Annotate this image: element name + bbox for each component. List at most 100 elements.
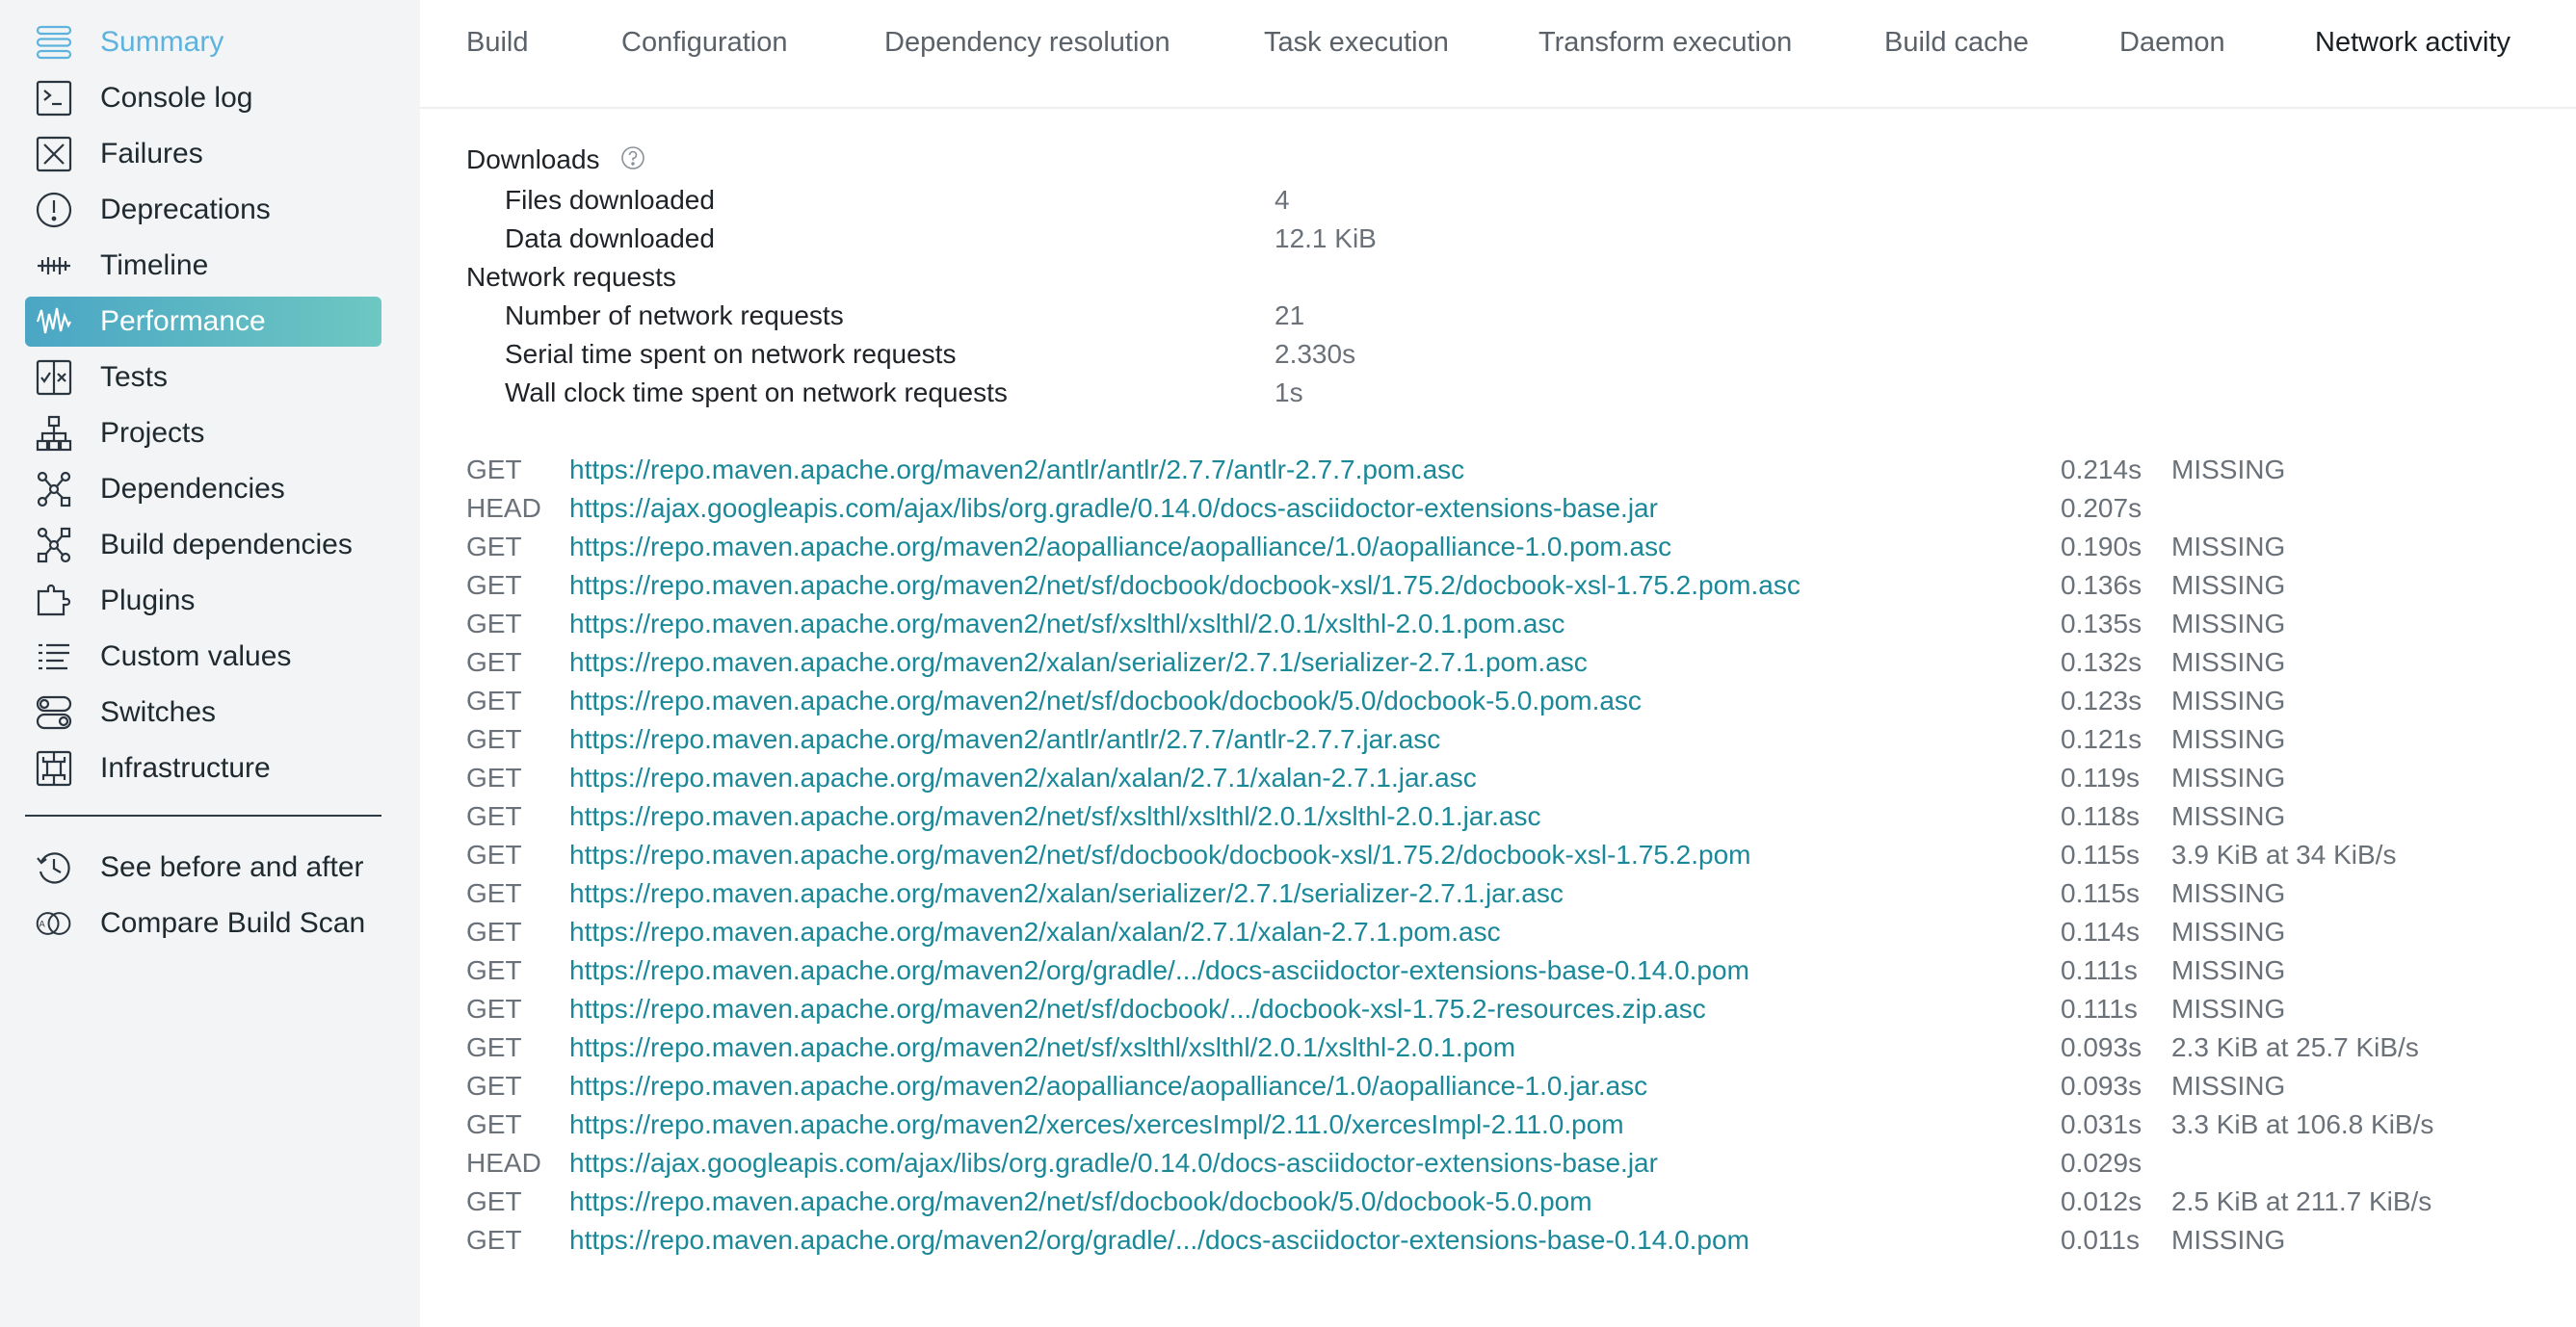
request-url-link[interactable]: https://repo.maven.apache.org/maven2/net…: [569, 1186, 1592, 1217]
request-method: GET: [466, 532, 522, 561]
tab-configuration[interactable]: Configuration: [621, 27, 788, 59]
sidebar-item-projects[interactable]: Projects: [25, 408, 381, 458]
request-url-link[interactable]: https://repo.maven.apache.org/maven2/aop…: [569, 1071, 1647, 1102]
request-duration: 0.123s: [2061, 686, 2142, 716]
tab-dependency-resolution[interactable]: Dependency resolution: [884, 27, 1170, 59]
data-downloaded-label: Data downloaded: [505, 223, 715, 253]
puzzle-icon: [33, 580, 75, 622]
request-url-link[interactable]: https://repo.maven.apache.org/maven2/xal…: [569, 878, 1564, 909]
request-url-link[interactable]: https://ajax.googleapis.com/ajax/libs/or…: [569, 493, 1658, 524]
request-url-link[interactable]: https://repo.maven.apache.org/maven2/net…: [569, 994, 1706, 1025]
sidebar-item-infrastructure[interactable]: Infrastructure: [25, 743, 381, 794]
help-icon[interactable]: [620, 145, 645, 177]
sidebar-item-label: Custom values: [100, 640, 292, 672]
request-result: MISSING: [2171, 917, 2286, 947]
sidebar-item-label: Performance: [100, 305, 266, 337]
request-result: MISSING: [2171, 1071, 2286, 1101]
request-duration: 0.135s: [2061, 609, 2142, 638]
request-result: MISSING: [2171, 994, 2286, 1024]
request-result: MISSING: [2171, 955, 2286, 985]
sidebar-item-console-log[interactable]: Console log: [25, 73, 381, 123]
sidebar-item-failures[interactable]: Failures: [25, 129, 381, 179]
table-row: HEAD https://ajax.googleapis.com/ajax/lib…: [466, 493, 2537, 532]
request-duration: 0.214s: [2061, 455, 2142, 484]
request-url-link[interactable]: https://repo.maven.apache.org/maven2/net…: [569, 840, 1751, 871]
request-url-link[interactable]: https://repo.maven.apache.org/maven2/net…: [569, 801, 1541, 832]
request-url-link[interactable]: https://repo.maven.apache.org/maven2/net…: [569, 1032, 1515, 1063]
request-result: MISSING: [2171, 570, 2286, 600]
table-row: GET https://repo.maven.apache.org/maven2/…: [466, 1186, 2537, 1225]
request-method: GET: [466, 724, 522, 754]
num-requests-label: Number of network requests: [505, 300, 844, 330]
request-result: 3.9 KiB at 34 KiB/s: [2171, 840, 2397, 870]
sidebar-item-label: Failures: [100, 138, 203, 169]
request-url-link[interactable]: https://repo.maven.apache.org/maven2/xal…: [569, 647, 1588, 678]
table-row: GET https://repo.maven.apache.org/maven2/…: [466, 724, 2537, 763]
tests-icon: [33, 356, 75, 399]
request-method: GET: [466, 994, 522, 1024]
tab-build-cache[interactable]: Build cache: [1884, 27, 2029, 59]
tab-bar: Build Configuration Dependency resolutio…: [420, 0, 2576, 109]
sidebar-item-dependencies[interactable]: Dependencies: [25, 464, 381, 514]
request-url-link[interactable]: https://repo.maven.apache.org/maven2/xal…: [569, 917, 1501, 948]
request-url-link[interactable]: https://repo.maven.apache.org/maven2/net…: [569, 570, 1801, 601]
request-method: GET: [466, 878, 522, 908]
timeline-icon: [33, 245, 75, 287]
tab-transform-execution[interactable]: Transform execution: [1538, 27, 1792, 59]
history-icon: [33, 846, 75, 889]
sidebar-item-tests[interactable]: Tests: [25, 352, 381, 403]
request-method: GET: [466, 801, 522, 831]
request-result: MISSING: [2171, 455, 2286, 484]
table-row: GET https://repo.maven.apache.org/maven2/…: [466, 917, 2537, 955]
request-duration: 0.207s: [2061, 493, 2142, 523]
request-duration: 0.114s: [2061, 917, 2140, 947]
sidebar-item-label: Timeline: [100, 249, 209, 281]
num-requests-value: 21: [1275, 300, 1305, 330]
tab-network-activity[interactable]: Network activity: [2315, 27, 2510, 59]
table-row: HEAD https://ajax.googleapis.com/ajax/lib…: [466, 1148, 2537, 1186]
tab-task-execution[interactable]: Task execution: [1264, 27, 1449, 59]
sidebar-item-switches[interactable]: Switches: [25, 688, 381, 738]
files-downloaded-label: Files downloaded: [505, 185, 715, 215]
files-downloaded-value: 4: [1275, 185, 1290, 215]
downloads-heading: Downloads: [466, 144, 645, 177]
sidebar-item-label: Plugins: [100, 585, 196, 616]
request-result: 2.5 KiB at 211.7 KiB/s: [2171, 1186, 2432, 1216]
sidebar-item-label: See before and after: [100, 851, 364, 883]
request-url-link[interactable]: https://repo.maven.apache.org/maven2/xal…: [569, 763, 1477, 794]
sidebar-item-performance[interactable]: Performance: [25, 297, 381, 347]
request-url-link[interactable]: https://repo.maven.apache.org/maven2/net…: [569, 609, 1564, 639]
request-method: GET: [466, 840, 522, 870]
sidebar-item-build-dependencies[interactable]: Build dependencies: [25, 520, 381, 570]
request-url-link[interactable]: https://repo.maven.apache.org/maven2/net…: [569, 686, 1642, 716]
tab-build[interactable]: Build: [466, 27, 529, 59]
sidebar-item-deprecations[interactable]: Deprecations: [25, 185, 381, 235]
request-url-link[interactable]: https://repo.maven.apache.org/maven2/aop…: [569, 532, 1671, 562]
tab-daemon[interactable]: Daemon: [2119, 27, 2225, 59]
table-row: GET https://repo.maven.apache.org/maven2/…: [466, 801, 2537, 840]
request-url-link[interactable]: https://repo.maven.apache.org/maven2/ant…: [569, 724, 1440, 755]
sidebar-item-custom-values[interactable]: Custom values: [25, 632, 381, 682]
request-url-link[interactable]: https://ajax.googleapis.com/ajax/libs/or…: [569, 1148, 1658, 1179]
request-url-link[interactable]: https://repo.maven.apache.org/maven2/org…: [569, 1225, 1749, 1256]
build-dependencies-icon: [33, 524, 75, 566]
compare-icon: A: [33, 902, 75, 945]
sidebar-item-label: Deprecations: [100, 194, 271, 225]
request-url-link[interactable]: https://repo.maven.apache.org/maven2/org…: [569, 955, 1749, 986]
toggle-icon: [33, 691, 75, 734]
sidebar-item-summary[interactable]: Summary: [25, 17, 381, 67]
list-icon: [33, 636, 75, 678]
sidebar-item-timeline[interactable]: Timeline: [25, 241, 381, 291]
sidebar-item-compare-build-scan[interactable]: A Compare Build Scan: [25, 898, 381, 949]
table-row: GET https://repo.maven.apache.org/maven2/…: [466, 455, 2537, 493]
sidebar-item-plugins[interactable]: Plugins: [25, 576, 381, 626]
request-method: GET: [466, 570, 522, 600]
sidebar-item-see-before-after[interactable]: See before and after: [25, 843, 381, 893]
request-url-link[interactable]: https://repo.maven.apache.org/maven2/ant…: [569, 455, 1464, 485]
request-method: GET: [466, 955, 522, 985]
svg-text:A: A: [39, 921, 46, 930]
circuit-icon: [33, 747, 75, 790]
table-row: GET https://repo.maven.apache.org/maven2/…: [466, 763, 2537, 801]
request-url-link[interactable]: https://repo.maven.apache.org/maven2/xer…: [569, 1109, 1624, 1140]
network-requests-title: Network requests: [466, 262, 676, 292]
